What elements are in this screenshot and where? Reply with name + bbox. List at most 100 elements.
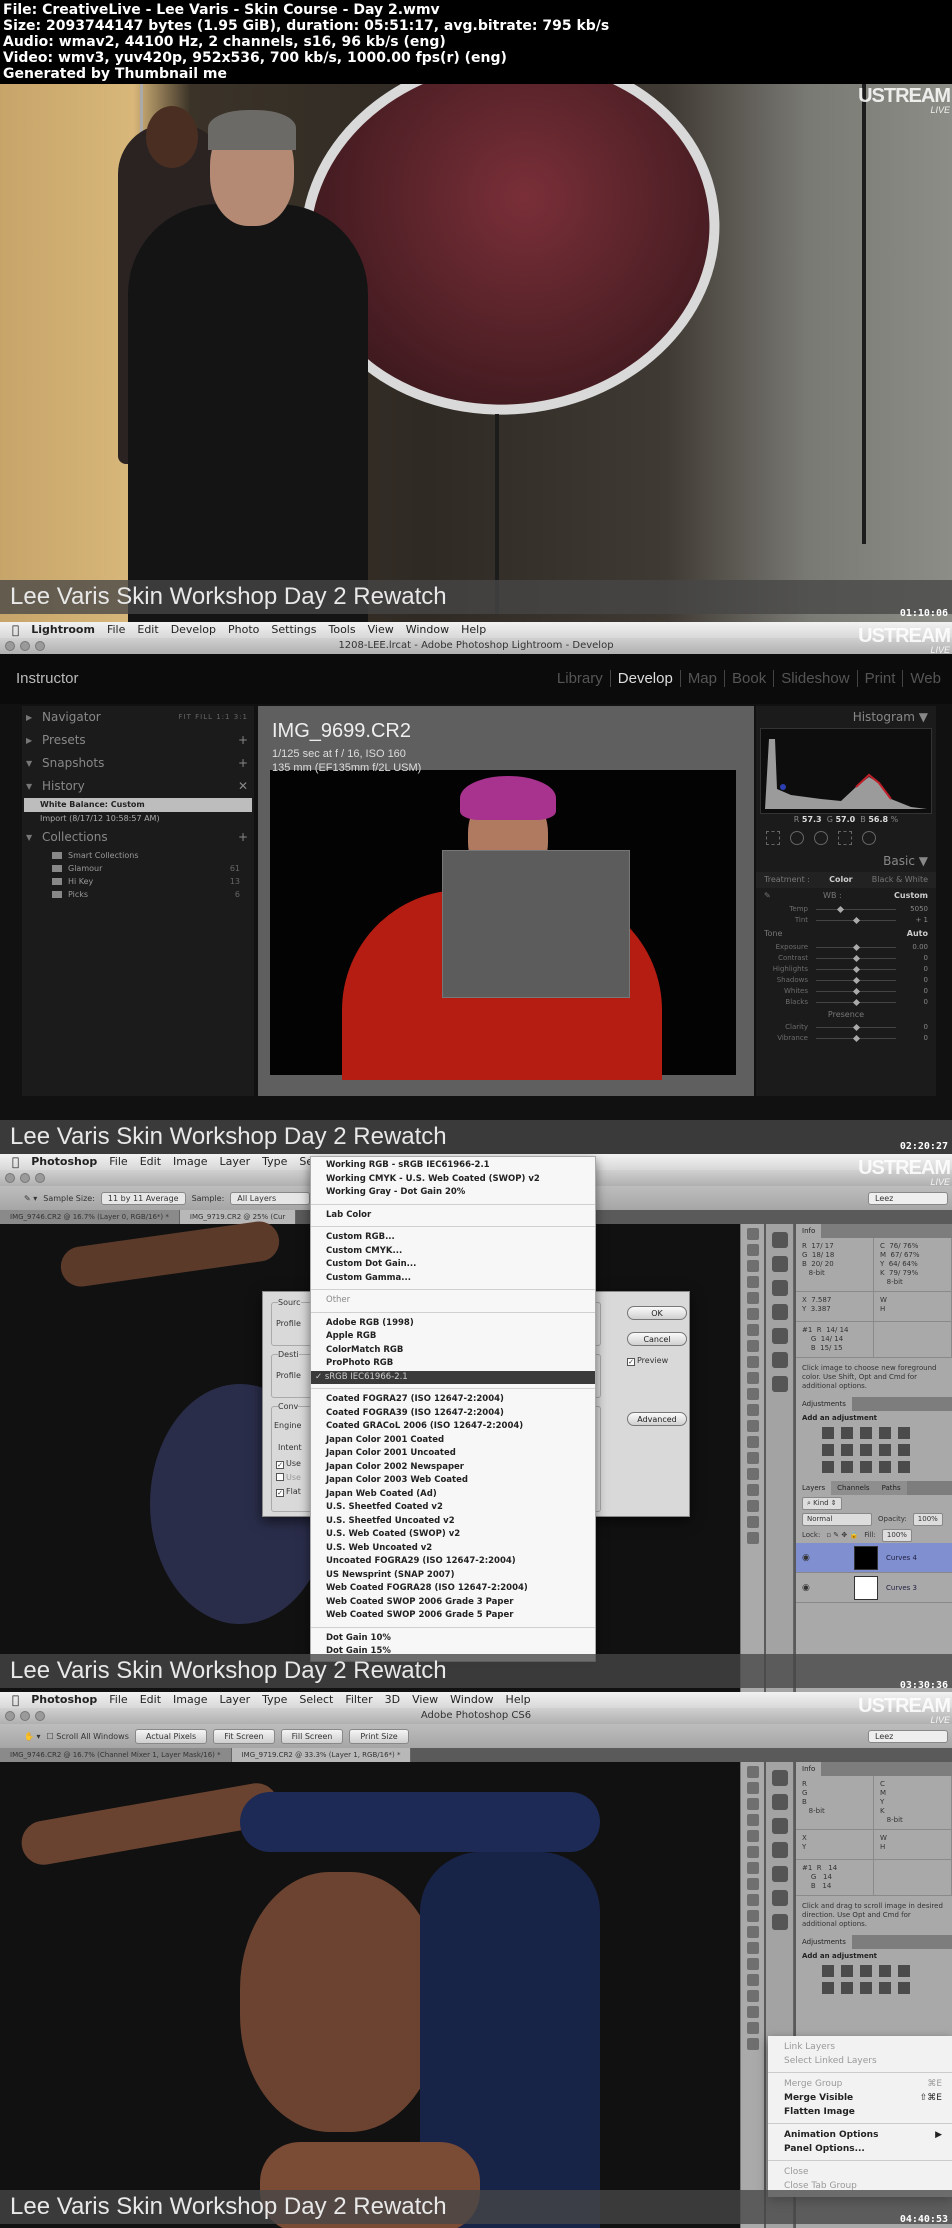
document-tab-active[interactable]: IMG_9719.CR2 @ 33.3% (Layer 1, RGB/16*) … [231,1748,412,1762]
context-menu-item[interactable]: Flatten Image [768,2105,952,2119]
zoom-button[interactable] [35,1173,45,1183]
tool-icon[interactable] [746,1532,759,1544]
gradient-map-icon[interactable] [898,1461,910,1473]
curves-icon[interactable] [860,1427,872,1439]
hue-saturation-icon[interactable] [822,1982,834,1994]
tool-icon[interactable] [746,1798,759,1810]
workspace-select[interactable]: Leez [868,1191,948,1205]
adjustment-brush-icon[interactable] [862,831,876,845]
tool-icon[interactable] [746,1452,759,1464]
history-panel-icon[interactable] [771,1232,788,1248]
black-white-icon[interactable] [860,1444,872,1456]
visibility-eye-icon[interactable]: ◉ [802,1573,810,1603]
minimize-button[interactable] [20,1173,30,1183]
tool-icon[interactable] [746,1244,759,1256]
profile-option[interactable]: Custom CMYK... [311,1245,595,1259]
tool-icon[interactable] [746,1910,759,1922]
opacity-field[interactable]: 100% [912,1512,943,1526]
module-map[interactable]: Map [681,670,725,687]
tools-presets-icon[interactable] [771,1352,788,1368]
collection-item[interactable]: Glamour 61 [22,862,254,875]
visibility-eye-icon[interactable]: ◉ [802,1543,810,1573]
hand-tool-icon[interactable] [746,2022,759,2034]
clone-source-icon[interactable] [771,1866,788,1882]
history-item[interactable]: White Balance: Custom [24,798,252,812]
module-develop[interactable]: Develop [611,670,681,687]
slider-value[interactable]: 0 [924,986,928,997]
module-library[interactable]: Library [550,670,611,687]
menu-filter[interactable]: Filter [345,1692,372,1708]
flatten-checkbox[interactable]: ✓ Flat [276,1487,301,1497]
tool-icon[interactable] [746,2006,759,2018]
print-size-button[interactable]: Print Size [349,1728,409,1744]
menu-app[interactable]: Lightroom [31,622,95,638]
add-icon[interactable]: + [238,752,248,775]
slider-exposure[interactable]: Exposure 0.00 [756,942,936,953]
presets-panel-header[interactable]: ▶ Presets + [22,729,254,752]
menu-file[interactable]: File [109,1154,127,1170]
slider-knob[interactable] [852,965,861,974]
3d-panel-icon[interactable] [771,1376,788,1392]
profile-option[interactable]: US Newsprint (SNAP 2007) [311,1569,595,1583]
menu-select[interactable]: Select [299,1692,333,1708]
profile-option[interactable]: Coated FOGRA27 (ISO 12647-2:2004) [311,1393,595,1407]
slider-tint[interactable]: Tint + 1 [756,915,936,926]
tool-icon[interactable] [746,1974,759,1986]
tool-icon[interactable] [746,1228,759,1240]
tool-icon[interactable] [746,1926,759,1938]
profile-option[interactable]: Japan Color 2001 Coated [311,1434,595,1448]
advanced-button[interactable]: Advanced [627,1412,687,1426]
slider-track[interactable] [816,909,896,910]
tool-icon[interactable] [746,1324,759,1336]
menu-settings[interactable]: Settings [271,622,316,638]
histogram-header[interactable]: Histogram ▼ [756,706,936,728]
menu-image[interactable]: Image [173,1692,207,1708]
hand-tool-icon[interactable]: ✋ ▾ [24,1732,41,1741]
auto-tone-button[interactable]: Auto [907,926,928,942]
treatment-bw[interactable]: Black & White [872,872,928,888]
tool-icon[interactable] [746,1340,759,1352]
sample-select[interactable]: All Layers [230,1191,311,1205]
levels-icon[interactable] [841,1427,853,1439]
tool-icon[interactable] [746,1516,759,1528]
profile-option[interactable]: Dot Gain 10% [311,1632,595,1646]
tool-icon[interactable] [746,1990,759,2002]
channel-mixer-icon[interactable] [898,1982,910,1994]
sample-size-select[interactable]: 11 by 11 Average [100,1191,186,1205]
use-bpc-checkbox[interactable]: ✓ Use [276,1459,301,1469]
3d-panel-icon[interactable] [771,1914,788,1930]
threshold-icon[interactable] [860,1461,872,1473]
profile-option[interactable]: Coated FOGRA39 (ISO 12647-2:2004) [311,1407,595,1421]
slider-knob[interactable] [852,916,861,925]
slider-whites[interactable]: Whites 0 [756,986,936,997]
history-panel-header[interactable]: ▼ History ✕ [22,775,254,798]
profile-option[interactable]: Working CMYK - U.S. Web Coated (SWOP) v2 [311,1173,595,1187]
menu-view[interactable]: View [368,622,394,638]
tool-icon[interactable] [746,1292,759,1304]
use-dither-checkbox[interactable]: Use [276,1473,301,1482]
apple-icon[interactable]:  [12,622,19,638]
profile-option[interactable]: U.S. Web Uncoated v2 [311,1542,595,1556]
tool-icon[interactable] [746,1942,759,1954]
tool-icon[interactable] [746,1468,759,1480]
levels-icon[interactable] [841,1965,853,1977]
channel-mixer-icon[interactable] [898,1444,910,1456]
tool-icon[interactable] [746,1436,759,1448]
eyedropper-icon[interactable]: ✎ ▾ [24,1194,37,1203]
menu-file[interactable]: File [109,1692,127,1708]
photo-filter-icon[interactable] [879,1982,891,1994]
red-eye-icon[interactable] [814,831,828,845]
brightness-icon[interactable] [822,1965,834,1977]
slider-value[interactable]: 0.00 [912,942,928,953]
menu-layer[interactable]: Layer [219,1692,250,1708]
adjustments-panel-tab[interactable]: Adjustments [796,1935,952,1949]
posterize-icon[interactable] [841,1461,853,1473]
clone-source-icon[interactable] [771,1328,788,1344]
photo-preview[interactable] [270,770,736,1080]
slider-value[interactable]: + 1 [915,915,928,926]
brush-panel-icon[interactable] [771,1280,788,1296]
context-menu-item[interactable]: Panel Options... [768,2142,952,2156]
exposure-icon[interactable] [879,1427,891,1439]
slider-contrast[interactable]: Contrast 0 [756,953,936,964]
tool-icon[interactable] [746,1308,759,1320]
